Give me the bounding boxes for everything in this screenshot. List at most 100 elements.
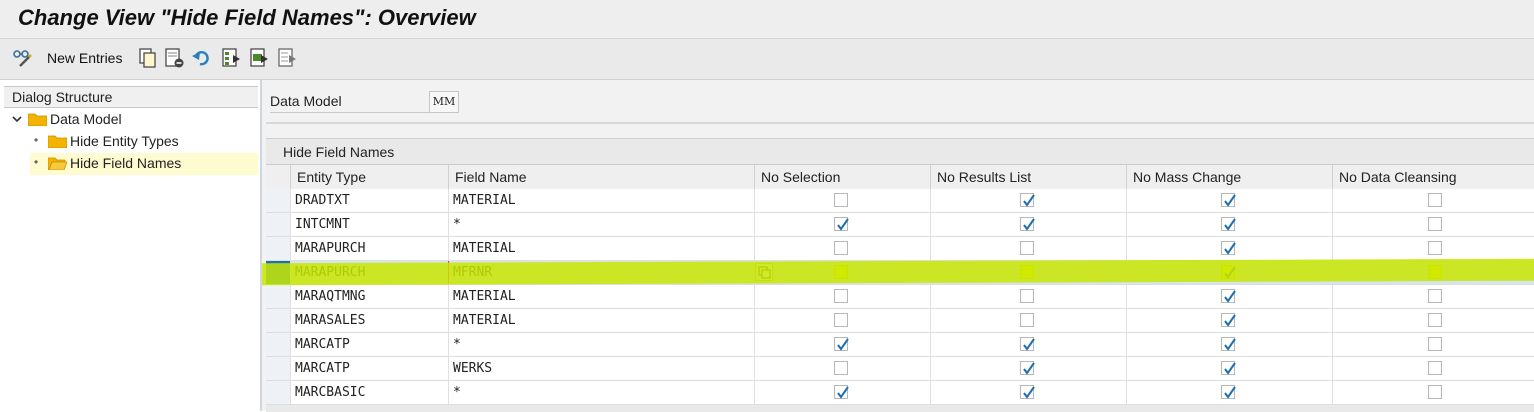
tree-item-hide-entity-types[interactable]: • Hide Entity Types	[30, 131, 255, 153]
no-selection-checkbox[interactable]	[834, 217, 849, 231]
no-data-cleansing-checkbox[interactable]	[1428, 289, 1442, 303]
entity-type-cell[interactable]: MARCATP	[290, 333, 448, 356]
deselect-all-icon[interactable]	[276, 47, 298, 69]
no-results-list-checkbox[interactable]	[1020, 361, 1035, 375]
no-selection-checkbox[interactable]	[834, 385, 849, 399]
no-selection-checkbox[interactable]	[834, 337, 849, 351]
no-data-cleansing-checkbox[interactable]	[1428, 337, 1442, 351]
no-data-cleansing-checkbox[interactable]	[1428, 313, 1442, 327]
no-results-list-checkbox[interactable]	[1020, 217, 1035, 231]
table-row[interactable]: MARAQTMNG MATERIAL	[266, 285, 1534, 309]
tree-item-label: Hide Entity Types	[70, 133, 179, 149]
entity-type-cell[interactable]: MARCATP	[290, 357, 448, 380]
field-name-cell[interactable]: *	[448, 333, 754, 356]
no-data-cleansing-cell	[1332, 357, 1534, 380]
entity-type-cell[interactable]: MARAPURCH	[290, 237, 448, 260]
entity-type-cell[interactable]: MARAQTMNG	[290, 285, 448, 308]
row-selector[interactable]	[266, 309, 291, 332]
no-mass-change-checkbox[interactable]	[1221, 385, 1236, 399]
column-header-no-data-cleansing[interactable]: No Data Cleansing	[1332, 165, 1534, 189]
dialog-structure-header: Dialog Structure	[4, 86, 258, 108]
no-data-cleansing-checkbox[interactable]	[1428, 193, 1442, 207]
column-header-entity-type[interactable]: Entity Type	[290, 165, 448, 189]
new-entries-button[interactable]: New Entries	[47, 50, 122, 66]
no-mass-change-checkbox[interactable]	[1221, 313, 1236, 327]
no-data-cleansing-checkbox[interactable]	[1428, 241, 1442, 255]
no-selection-cell	[754, 381, 930, 404]
row-selector[interactable]	[266, 357, 291, 380]
no-mass-change-checkbox[interactable]	[1221, 241, 1236, 255]
no-selection-checkbox[interactable]	[834, 193, 848, 207]
no-mass-change-checkbox[interactable]	[1221, 217, 1236, 231]
column-header-no-selection[interactable]: No Selection	[754, 165, 930, 189]
no-selection-cell	[754, 189, 930, 212]
table-row[interactable]: INTCMNT *	[266, 213, 1534, 237]
tree-item-data-model[interactable]: Data Model	[10, 109, 255, 131]
row-selector[interactable]	[266, 237, 291, 260]
delete-icon[interactable]	[163, 47, 185, 69]
data-model-field[interactable]: MM	[429, 91, 459, 113]
copy-icon[interactable]	[137, 47, 159, 69]
row-selector[interactable]	[266, 213, 291, 236]
row-selector[interactable]	[266, 333, 291, 356]
dialog-structure-panel: Dialog Structure Data Model • Hide Entit…	[0, 80, 262, 411]
field-name-cell[interactable]: *	[448, 213, 754, 236]
chevron-down-icon[interactable]	[12, 114, 22, 124]
no-selection-checkbox[interactable]	[834, 241, 848, 255]
no-selection-checkbox[interactable]	[834, 313, 848, 327]
row-selector[interactable]	[266, 189, 291, 212]
field-name-cell[interactable]: WERKS	[448, 357, 754, 380]
no-data-cleansing-cell	[1332, 189, 1534, 212]
table-row[interactable]: MARCATP WERKS	[266, 357, 1534, 381]
table-row[interactable]: DRADTXT MATERIAL	[266, 189, 1534, 213]
undo-icon[interactable]	[191, 47, 213, 69]
field-name-cell[interactable]: MATERIAL	[448, 237, 754, 260]
table-row[interactable]: MARASALES MATERIAL	[266, 309, 1534, 333]
no-selection-checkbox[interactable]	[834, 289, 848, 303]
no-results-list-checkbox[interactable]	[1020, 337, 1035, 351]
column-header-no-mass-change[interactable]: No Mass Change	[1126, 165, 1332, 189]
folder-icon	[28, 113, 47, 126]
no-data-cleansing-checkbox[interactable]	[1428, 217, 1442, 231]
tree-item-label: Data Model	[50, 111, 122, 127]
row-selector[interactable]	[266, 381, 291, 404]
no-mass-change-checkbox[interactable]	[1221, 337, 1236, 351]
field-name-cell[interactable]: MATERIAL	[448, 285, 754, 308]
no-mass-change-checkbox[interactable]	[1221, 193, 1236, 207]
no-results-list-checkbox[interactable]	[1020, 313, 1034, 327]
no-data-cleansing-checkbox[interactable]	[1428, 361, 1442, 375]
column-header-field-name[interactable]: Field Name	[448, 165, 754, 189]
row-selector[interactable]	[266, 285, 291, 308]
field-name-cell[interactable]: *	[448, 381, 754, 404]
page-title: Change View "Hide Field Names": Overview	[18, 5, 476, 30]
table-row[interactable]: MARAPURCH MATERIAL	[266, 237, 1534, 261]
no-results-list-checkbox[interactable]	[1020, 241, 1034, 255]
no-selection-checkbox[interactable]	[834, 361, 848, 375]
checkmark-icon	[1224, 386, 1236, 399]
select-all-column-button[interactable]	[266, 165, 290, 189]
no-results-list-checkbox[interactable]	[1020, 289, 1034, 303]
select-all-icon[interactable]	[220, 47, 242, 69]
no-results-list-checkbox[interactable]	[1020, 385, 1035, 399]
table-row[interactable]: MARCATP *	[266, 333, 1534, 357]
field-name-cell[interactable]: MATERIAL	[448, 189, 754, 212]
no-mass-change-checkbox[interactable]	[1221, 361, 1236, 375]
checkmark-icon	[1023, 362, 1035, 375]
entity-type-cell[interactable]: INTCMNT	[290, 213, 448, 236]
bullet-icon: •	[34, 155, 39, 169]
field-name-cell[interactable]: MATERIAL	[448, 309, 754, 332]
no-mass-change-cell	[1126, 285, 1332, 308]
column-header-no-results-list[interactable]: No Results List	[930, 165, 1126, 189]
no-mass-change-cell	[1126, 237, 1332, 260]
select-block-icon[interactable]	[248, 47, 270, 69]
no-data-cleansing-checkbox[interactable]	[1428, 385, 1442, 399]
no-results-list-checkbox[interactable]	[1020, 193, 1035, 207]
entity-type-cell[interactable]: MARASALES	[290, 309, 448, 332]
table-row[interactable]: MARCBASIC *	[266, 381, 1534, 405]
entity-type-cell[interactable]: DRADTXT	[290, 189, 448, 212]
tree-item-hide-field-names[interactable]: • Hide Field Names	[30, 153, 258, 175]
glasses-pencil-icon[interactable]	[12, 47, 34, 69]
no-mass-change-checkbox[interactable]	[1221, 289, 1236, 303]
checkmark-icon	[1023, 218, 1035, 231]
entity-type-cell[interactable]: MARCBASIC	[290, 381, 448, 404]
